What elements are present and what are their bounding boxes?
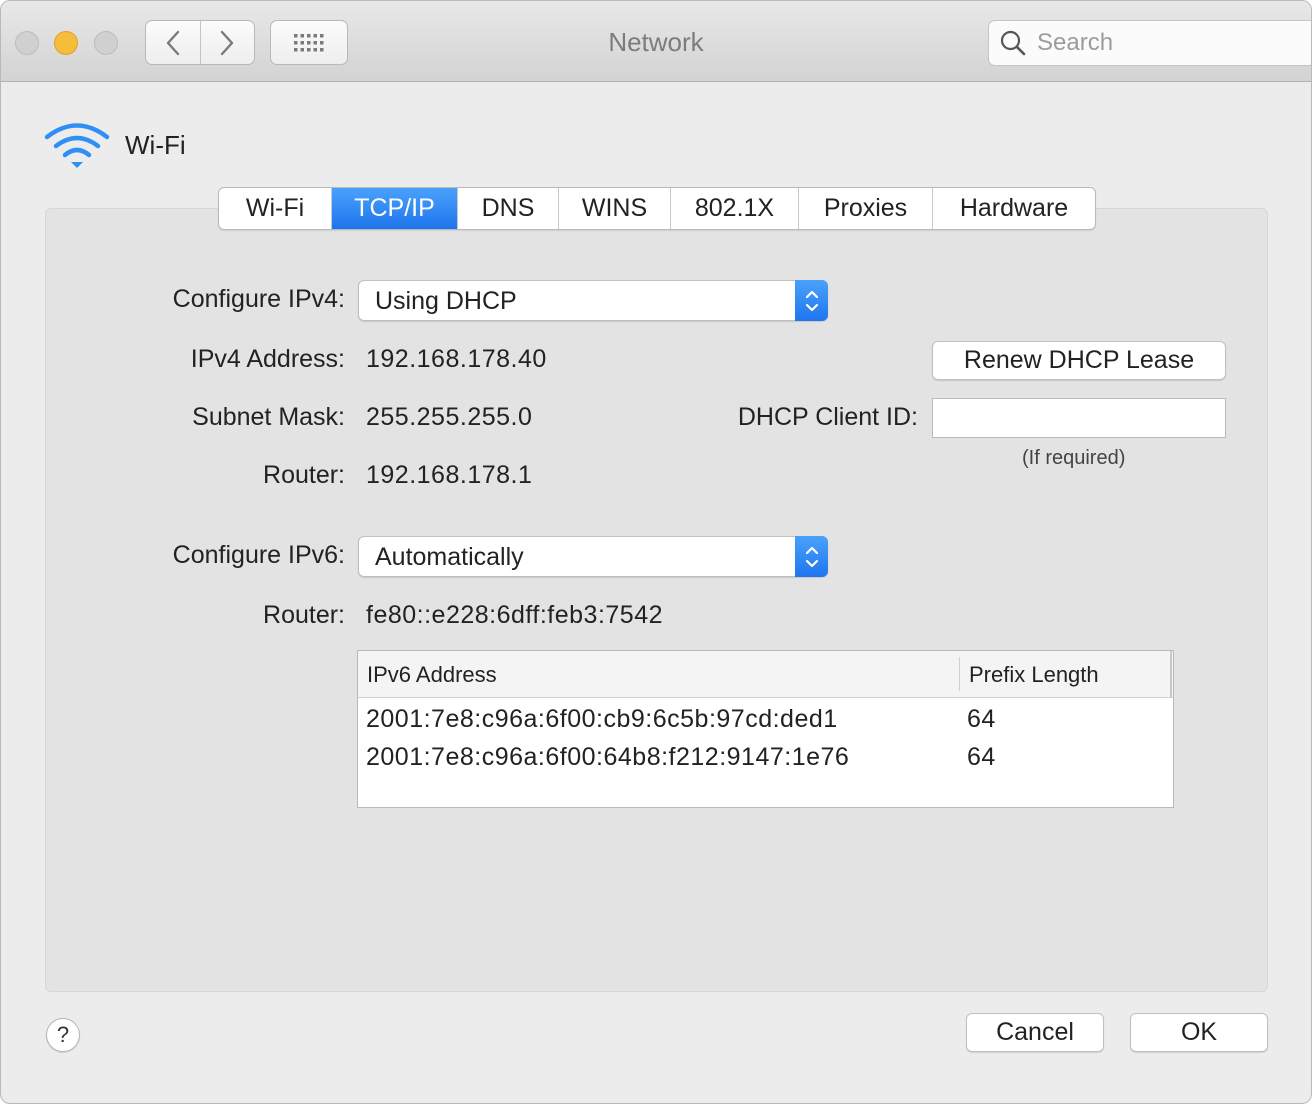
ipv6-address-cell: 2001:7e8:c96a:6f00:64b8:f212:9147:1e76 [366, 743, 850, 771]
configure-ipv6-value: Automatically [375, 543, 524, 571]
tab-bar: Wi-Fi TCP/IP DNS WINS 802.1X Proxies Har… [218, 187, 1096, 230]
popup-stepper-icon [795, 536, 828, 577]
column-header-prefix-length[interactable]: Prefix Length [969, 662, 1099, 688]
service-name: Wi-Fi [125, 130, 186, 160]
configure-ipv6-popup[interactable]: Automatically [358, 536, 828, 577]
subnet-mask-value: 255.255.255.0 [366, 403, 533, 431]
search-field[interactable] [988, 20, 1311, 66]
renew-dhcp-lease-button[interactable]: Renew DHCP Lease [932, 341, 1226, 380]
tab-wifi[interactable]: Wi-Fi [219, 188, 331, 229]
tab-wins[interactable]: WINS [558, 188, 670, 229]
table-row[interactable]: 2001:7e8:c96a:6f00:cb9:6c5b:97cd:ded1 64 [358, 701, 1173, 739]
search-icon [999, 29, 1027, 57]
tab-8021x[interactable]: 802.1X [670, 188, 798, 229]
column-header-ipv6-address[interactable]: IPv6 Address [367, 662, 497, 688]
ipv4-router-label: Router: [263, 461, 345, 489]
subnet-mask-label: Subnet Mask: [192, 403, 345, 431]
prefix-length-cell: 64 [967, 743, 996, 771]
dhcp-client-id-label: DHCP Client ID: [737, 403, 918, 431]
title-bar: Network [1, 1, 1311, 82]
tab-dns[interactable]: DNS [457, 188, 558, 229]
popup-stepper-icon [795, 280, 828, 321]
configure-ipv4-popup[interactable]: Using DHCP [358, 280, 828, 321]
preferences-window: Network Wi-Fi Wi-Fi TCP/IP DNS [0, 0, 1312, 1104]
prefix-length-cell: 64 [967, 705, 996, 733]
column-divider [959, 657, 960, 691]
ipv4-address-value: 192.168.178.40 [366, 345, 547, 373]
search-input[interactable] [1035, 28, 1299, 58]
configure-ipv4-label: Configure IPv4: [172, 285, 345, 313]
ipv6-address-table[interactable]: IPv6 Address Prefix Length 2001:7e8:c96a… [357, 650, 1174, 808]
help-button[interactable]: ? [46, 1018, 80, 1052]
ipv6-router-label: Router: [263, 601, 345, 629]
table-header: IPv6 Address Prefix Length [358, 651, 1173, 698]
settings-panel [45, 208, 1268, 992]
if-required-note: (If required) [1022, 447, 1126, 469]
ipv4-router-value: 192.168.178.1 [366, 461, 533, 489]
ipv4-address-label: IPv4 Address: [190, 345, 345, 373]
tab-tcpip[interactable]: TCP/IP [331, 188, 457, 229]
wifi-icon [43, 120, 111, 175]
tab-proxies[interactable]: Proxies [798, 188, 932, 229]
ok-button[interactable]: OK [1130, 1013, 1268, 1052]
configure-ipv4-value: Using DHCP [375, 287, 517, 315]
ipv6-address-cell: 2001:7e8:c96a:6f00:cb9:6c5b:97cd:ded1 [366, 705, 838, 733]
dhcp-client-id-field[interactable] [932, 398, 1226, 438]
ipv6-router-value: fe80::e228:6dff:feb3:7542 [366, 601, 664, 629]
column-divider [1170, 651, 1172, 697]
tab-hardware[interactable]: Hardware [932, 188, 1095, 229]
table-row[interactable]: 2001:7e8:c96a:6f00:64b8:f212:9147:1e76 6… [358, 739, 1173, 777]
cancel-button[interactable]: Cancel [966, 1013, 1104, 1052]
configure-ipv6-label: Configure IPv6: [172, 541, 345, 569]
